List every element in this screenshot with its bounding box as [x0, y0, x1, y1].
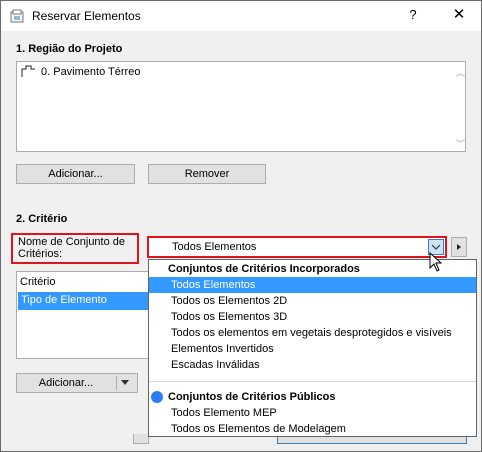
builtin-sets-header: Conjuntos de Critérios Incorporados [168, 263, 360, 275]
criteria-set-menu-button[interactable] [451, 237, 467, 257]
story-icon [21, 65, 35, 77]
criteria-heading: 2. Critério [16, 213, 68, 225]
dropdown-option[interactable]: Todos os Elementos 2D [149, 293, 476, 309]
help-button[interactable]: ? [406, 7, 420, 22]
story-item-label: 0. Pavimento Térreo [41, 65, 141, 78]
story-item[interactable]: 0. Pavimento Térreo [21, 65, 140, 78]
criteria-column-header: Critério [20, 276, 56, 288]
criteria-list-item[interactable]: Tipo de Elemento [18, 292, 164, 310]
hidden-button-edge[interactable] [133, 434, 149, 444]
caret-down-icon[interactable] [121, 380, 129, 385]
scroll-down-icon[interactable]: ﹀ [456, 137, 465, 150]
add-criteria-split-button[interactable]: Adicionar... [16, 373, 138, 393]
criteria-set-dropdown: Conjuntos de Critérios Incorporados Todo… [148, 259, 477, 437]
scroll-up-icon[interactable]: ︿ [456, 66, 465, 79]
criteria-set-combobox[interactable]: Todos Elementos [147, 236, 447, 258]
close-button[interactable]: ✕ [451, 5, 467, 23]
dropdown-option[interactable]: Escadas Inválidas [149, 357, 476, 373]
dropdown-option[interactable]: Todos Elemento MEP [149, 405, 476, 421]
dropdown-option[interactable]: Todos os elementos em vegetais desproteg… [149, 325, 476, 341]
criteria-list[interactable]: Critério Tipo de Elemento [16, 271, 166, 359]
title-bar: Reservar Elementos ? ✕ [1, 1, 481, 31]
dropdown-option[interactable]: Todos Elementos [149, 277, 476, 293]
add-region-button[interactable]: Adicionar... [16, 164, 135, 184]
triangle-right-icon [457, 244, 461, 250]
remove-region-button[interactable]: Remover [148, 164, 266, 184]
split-divider [116, 376, 117, 390]
public-set-icon [151, 391, 163, 403]
dropdown-option[interactable]: Elementos Invertidos [149, 341, 476, 357]
public-sets-header: Conjuntos de Critérios Públicos [149, 389, 476, 405]
story-listbox[interactable]: 0. Pavimento Térreo ︿ ﹀ [16, 61, 466, 152]
criteria-set-label-highlight: Nome de Conjunto de Critérios: [11, 233, 139, 264]
criteria-set-label: Nome de Conjunto de Critérios: [18, 236, 126, 260]
dropdown-divider [149, 381, 476, 382]
project-region-heading: 1. Região do Projeto [16, 43, 123, 55]
reserve-elements-dialog: Reservar Elementos ? ✕ 1. Região do Proj… [0, 0, 482, 452]
add-criteria-button[interactable]: Adicionar... [17, 374, 115, 392]
window-title: Reservar Elementos [32, 9, 141, 23]
dropdown-option[interactable]: Todos os Elementos 3D [149, 309, 476, 325]
app-icon [10, 9, 24, 23]
public-sets-header-label: Conjuntos de Critérios Públicos [168, 391, 336, 403]
dropdown-option[interactable]: Todos os Elementos de Modelagem [149, 421, 476, 437]
mouse-cursor-icon [429, 252, 443, 272]
criteria-set-value: Todos Elementos [172, 241, 257, 253]
